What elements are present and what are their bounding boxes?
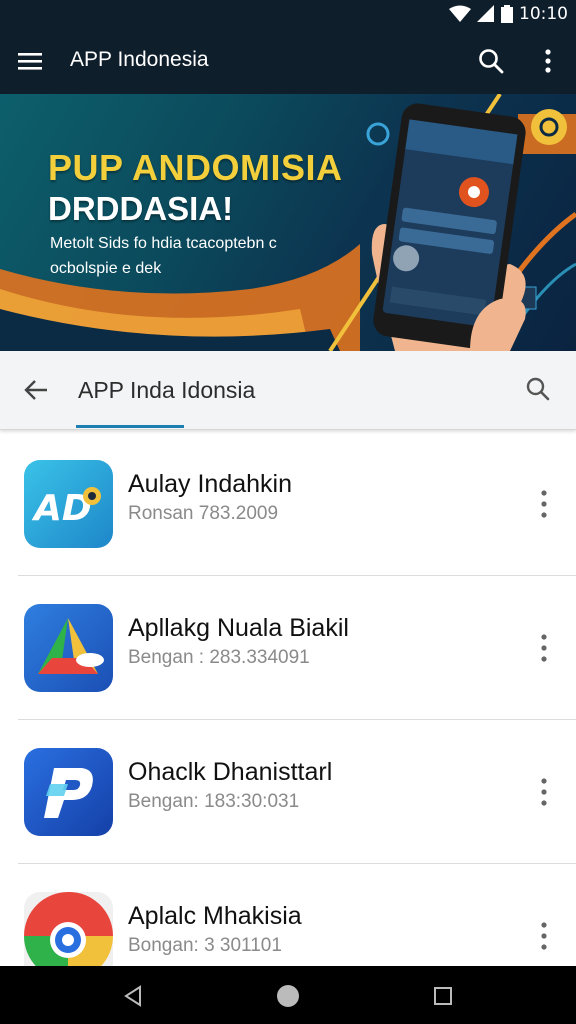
item-more-icon[interactable] [532, 484, 556, 524]
banner-headline: PUP ANDOMISIA [48, 147, 343, 188]
back-icon[interactable] [120, 983, 146, 1009]
back-arrow-icon[interactable] [22, 376, 50, 404]
search-tab-indicator [76, 425, 184, 428]
app-meta: Bengan: 183:30:031 [128, 791, 300, 812]
more-options-icon[interactable] [536, 46, 560, 76]
navigation-bar [0, 966, 576, 1024]
status-icons: 10:10 [449, 4, 568, 24]
app-title: APP Indonesia [70, 48, 209, 71]
battery-icon [501, 5, 513, 23]
list-item[interactable]: Apllakg Nuala Biakil Bengan : 283.334091 [0, 576, 576, 720]
app-name: Aplalc Mhakisia [128, 902, 302, 930]
app-bar: APP Indonesia [0, 28, 576, 94]
banner-subheadline: DRDDASIA! [48, 190, 234, 227]
list-item[interactable]: AD Aulay Indahkin Ronsan 783.2009 [0, 432, 576, 576]
app-meta: Bengan : 283.334091 [128, 647, 310, 668]
home-icon[interactable] [275, 983, 301, 1009]
item-more-icon[interactable] [532, 772, 556, 812]
search-icon[interactable] [476, 46, 506, 76]
status-time: 10:10 [519, 4, 568, 24]
app-meta: Bongan: 3 301101 [128, 935, 282, 956]
app-triangle-icon [24, 604, 113, 692]
search-input[interactable]: APP Inda Idonsia [78, 377, 255, 404]
app-ad-icon: AD [24, 460, 113, 548]
search-bar: APP Inda Idonsia [0, 351, 576, 430]
item-more-icon[interactable] [532, 628, 556, 668]
status-bar: 10:10 [0, 0, 576, 28]
app-list: AD Aulay Indahkin Ronsan 783.2009 Apllak… [0, 432, 576, 1008]
app-p-icon [24, 748, 113, 836]
banner-description: Metolt Sids fo hdia tcacoptebn c ocbolsp… [50, 235, 277, 277]
search-icon[interactable] [524, 375, 552, 403]
signal-icon [477, 5, 494, 22]
menu-icon[interactable] [16, 47, 44, 75]
list-item[interactable]: Ohaclk Dhanisttarl Bengan: 183:30:031 [0, 720, 576, 864]
recents-icon[interactable] [430, 983, 456, 1009]
app-name: Apllakg Nuala Biakil [128, 614, 349, 642]
promo-banner[interactable]: PUP ANDOMISIA DRDDASIA! Metolt Sids fo h… [0, 94, 576, 351]
wifi-icon [449, 5, 471, 22]
item-more-icon[interactable] [532, 916, 556, 956]
app-meta: Ronsan 783.2009 [128, 503, 279, 524]
app-name: Aulay Indahkin [128, 470, 293, 498]
svg-text:AD: AD [31, 488, 92, 529]
app-name: Ohaclk Dhanisttarl [128, 758, 333, 786]
